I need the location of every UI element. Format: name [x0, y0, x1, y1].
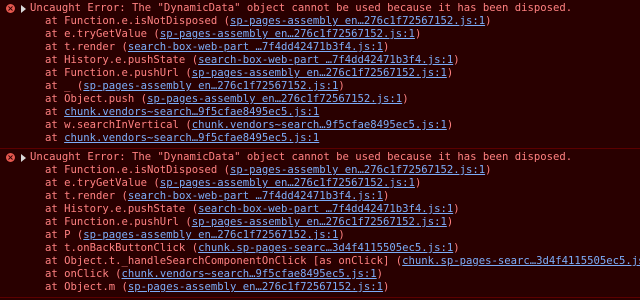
source-link[interactable]: sp-pages-assembly en…276c1f72567152.js:1: [192, 216, 447, 228]
stack-frame: at t.render (search-box-web-part …7f4dd4…: [45, 190, 390, 202]
source-link[interactable]: search-box-web-part …7f4dd42471b3f4.js:1: [128, 190, 383, 202]
stack-frame: at History.e.pushState (search-box-web-p…: [45, 203, 460, 215]
error-message[interactable]: Uncaught Error: The "DynamicData" object…: [0, 2, 640, 15]
source-link[interactable]: search-box-web-part …7f4dd42471b3f4.js:1: [198, 54, 453, 66]
error-message[interactable]: Uncaught Error: The "DynamicData" object…: [0, 151, 640, 164]
stack-frame: at w.searchInVertical (chunk.vendors~sea…: [45, 119, 454, 131]
stack-frame: at chunk.vendors~search…9f5cfae8495ec5.j…: [45, 132, 320, 144]
source-link[interactable]: sp-pages-assembly en…276c1f72567152.js:1: [230, 15, 485, 27]
devtools-console: × Uncaught Error: The "DynamicData" obje…: [0, 0, 640, 300]
stack-frame: at Object.push (sp-pages-assembly en…276…: [45, 93, 409, 105]
stack-frame: at chunk.vendors~search…9f5cfae8495ec5.j…: [45, 106, 320, 118]
source-link[interactable]: chunk.sp-pages-searc…3d4f4115505ec5.js:1: [402, 255, 640, 267]
console-error-entry[interactable]: × Uncaught Error: The "DynamicData" obje…: [0, 149, 640, 298]
source-link[interactable]: sp-pages-assembly en…276c1f72567152.js:1: [160, 177, 415, 189]
stack-frame: at Object.m (sp-pages-assembly en…276c1f…: [45, 281, 390, 293]
stack-frame: at t.onBackButtonClick (chunk.sp-pages-s…: [45, 242, 460, 254]
stack-frame: at Object.t._handleSearchComponentOnClic…: [0, 255, 640, 268]
console-error-entry[interactable]: × Uncaught Error: The "DynamicData" obje…: [0, 0, 640, 149]
source-link[interactable]: sp-pages-assembly en…276c1f72567152.js:1: [128, 281, 383, 293]
source-link[interactable]: sp-pages-assembly en…276c1f72567152.js:1: [83, 229, 338, 241]
stack-frame: at Function.e.isNotDisposed (sp-pages-as…: [45, 15, 492, 27]
expand-caret-icon[interactable]: [21, 154, 26, 162]
source-link[interactable]: chunk.vendors~search…9f5cfae8495ec5.js:1: [192, 119, 447, 131]
source-link[interactable]: sp-pages-assembly en…276c1f72567152.js:1: [230, 164, 485, 176]
stack-frame: at e.tryGetValue (sp-pages-assembly en…2…: [45, 177, 422, 189]
source-link[interactable]: chunk.vendors~search…9f5cfae8495ec5.js:1: [64, 106, 319, 118]
stack-frame: at e.tryGetValue (sp-pages-assembly en…2…: [45, 28, 422, 40]
source-link[interactable]: sp-pages-assembly en…276c1f72567152.js:1: [160, 28, 415, 40]
source-link[interactable]: search-box-web-part …7f4dd42471b3f4.js:1: [128, 41, 383, 53]
stack-frame: at Function.e.pushUrl (sp-pages-assembly…: [45, 216, 454, 228]
source-link[interactable]: sp-pages-assembly en…276c1f72567152.js:1: [83, 80, 338, 92]
stack-frame: at Function.e.pushUrl (sp-pages-assembly…: [45, 67, 454, 79]
expand-caret-icon[interactable]: [21, 5, 26, 13]
source-link[interactable]: chunk.vendors~search…9f5cfae8495ec5.js:1: [122, 268, 377, 280]
stack-frame: at History.e.pushState (search-box-web-p…: [45, 54, 460, 66]
error-icon: ×: [6, 4, 15, 13]
source-link[interactable]: chunk.vendors~search…9f5cfae8495ec5.js:1: [64, 132, 319, 144]
stack-frame: at t.render (search-box-web-part …7f4dd4…: [45, 41, 390, 53]
stack-frame: at Function.e.isNotDisposed (sp-pages-as…: [45, 164, 492, 176]
source-link[interactable]: chunk.sp-pages-searc…3d4f4115505ec5.js:1: [198, 242, 453, 254]
source-link[interactable]: search-box-web-part …7f4dd42471b3f4.js:1: [198, 203, 453, 215]
error-icon: ×: [6, 153, 15, 162]
stack-frame: at onClick (chunk.vendors~search…9f5cfae…: [45, 268, 384, 280]
stack-frame: at P (sp-pages-assembly en…276c1f7256715…: [45, 229, 345, 241]
stack-frame: at _ (sp-pages-assembly en…276c1f7256715…: [45, 80, 345, 92]
source-link[interactable]: sp-pages-assembly en…276c1f72567152.js:1: [147, 93, 402, 105]
source-link[interactable]: sp-pages-assembly en…276c1f72567152.js:1: [192, 67, 447, 79]
